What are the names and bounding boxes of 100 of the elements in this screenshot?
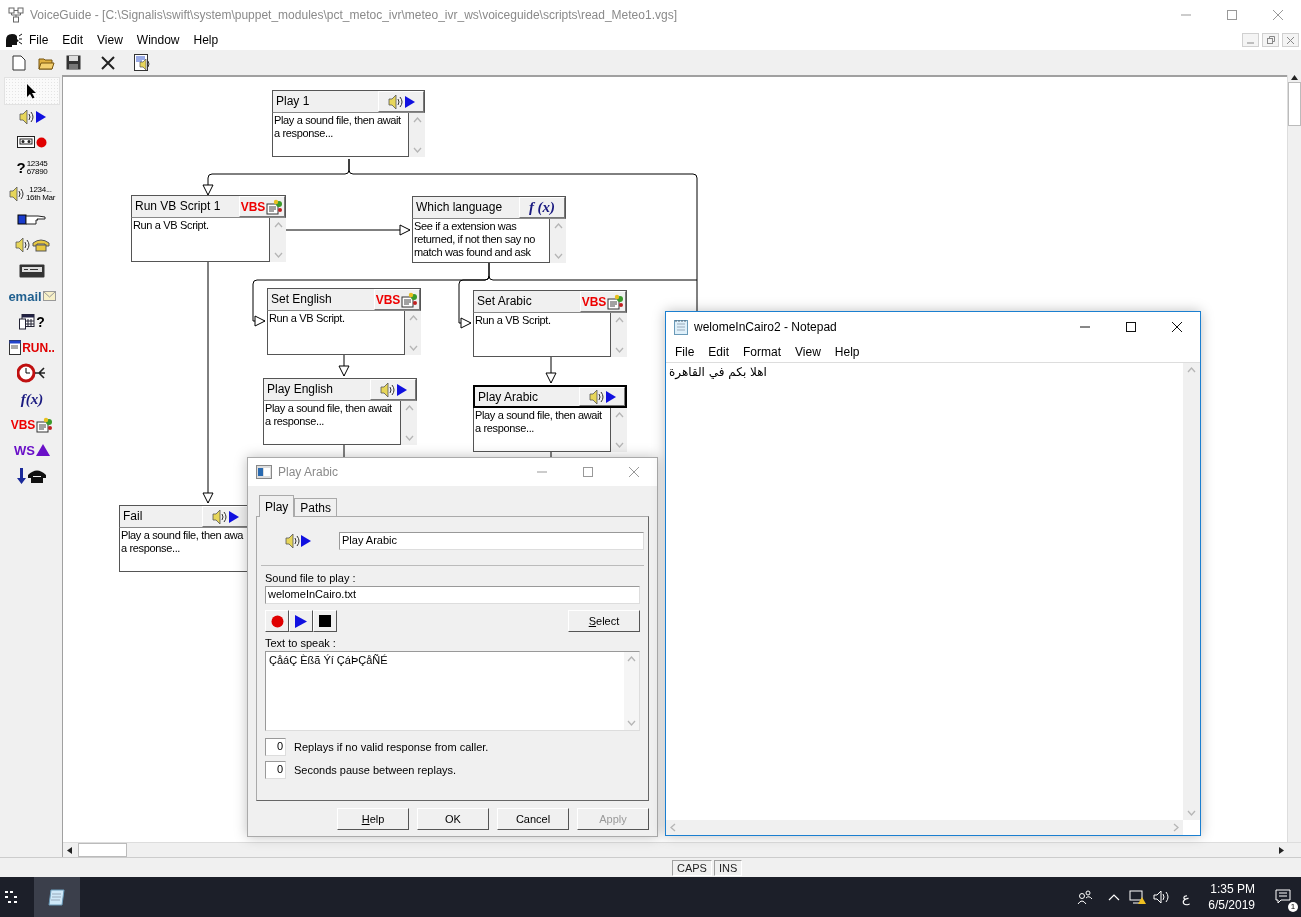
menu-item[interactable]: File <box>668 345 702 359</box>
node-title: Fail <box>122 508 144 525</box>
restore-button[interactable] <box>1262 33 1279 47</box>
node-title: Set English <box>270 291 333 308</box>
dialog-button[interactable]: OK <box>417 808 489 830</box>
menu-item[interactable]: Window <box>129 33 187 47</box>
menu-item[interactable]: View <box>788 345 828 359</box>
sound-file-field[interactable]: welomeInCairo.txt <box>265 586 640 604</box>
telephone-icon <box>27 469 47 484</box>
node-header[interactable]: Set English VBS <box>267 288 421 311</box>
input-language[interactable]: ع <box>1174 889 1199 905</box>
people-icon <box>1077 890 1094 904</box>
play-icon <box>228 510 239 523</box>
clock[interactable]: 1:35 PM 6/5/2019 <box>1198 881 1265 913</box>
scrollbar[interactable] <box>624 652 639 730</box>
palette-tool[interactable]: f(x) <box>5 386 59 412</box>
field-label: Seconds pause between replays. <box>294 764 457 776</box>
node-description: Play a sound file, then awa a response... <box>119 528 249 572</box>
open-folder-icon <box>37 55 55 70</box>
scroll-up-icon <box>412 117 422 123</box>
node-title: Set Arabic <box>476 293 533 310</box>
node-title: Run VB Script 1 <box>134 198 222 215</box>
play-icon <box>301 535 311 547</box>
restore-icon <box>1266 36 1275 44</box>
scrollbar[interactable] <box>401 401 417 445</box>
play-button[interactable] <box>289 610 313 632</box>
node-header[interactable]: Play Arabic <box>473 385 627 408</box>
node-header[interactable]: Fail <box>119 505 249 528</box>
menu-item[interactable]: Edit <box>55 33 91 47</box>
close-icon <box>1273 10 1283 20</box>
palette-tool[interactable] <box>5 78 59 104</box>
scroll-up-icon <box>614 412 624 418</box>
count-field[interactable]: 0 <box>265 761 286 779</box>
phone-icon <box>31 237 50 252</box>
scrollbar-thumb[interactable] <box>1288 82 1301 126</box>
palette-tool[interactable]: VBS <box>5 411 59 438</box>
close-icon <box>629 467 639 477</box>
new-file-icon <box>12 54 26 71</box>
node-header[interactable]: Which language f (x) <box>412 196 566 219</box>
scrollbar[interactable] <box>409 113 425 157</box>
text-to-speak-field[interactable]: ÇåáÇ Èßã Ýí ÇáÞÇåÑÉ <box>265 651 640 731</box>
palette-tool[interactable]: 1234... 16th Mar <box>5 180 59 207</box>
scrollbar[interactable] <box>550 219 566 263</box>
node-title: Play 1 <box>275 93 311 110</box>
speaker-icon <box>588 388 605 405</box>
record-button[interactable] <box>265 610 289 632</box>
function-tag: f (x) <box>519 197 565 218</box>
horizontal-scrollbar[interactable] <box>63 842 1301 857</box>
scroll-down-icon <box>412 147 422 153</box>
menu-item[interactable]: View <box>90 33 130 47</box>
node-header[interactable]: Play English <box>263 378 417 401</box>
notifications-button[interactable]: 1 <box>1265 877 1301 917</box>
chevron-up-icon <box>1108 893 1121 901</box>
maximize-icon <box>1126 322 1136 332</box>
node-header[interactable]: Run VB Script 1 VBS <box>131 195 286 218</box>
vertical-scrollbar[interactable] <box>1287 75 1301 842</box>
scrollbar[interactable] <box>611 408 627 452</box>
name-field[interactable]: Play Arabic <box>339 532 644 550</box>
status-panel: INS <box>713 859 743 876</box>
stop-button[interactable] <box>313 610 337 632</box>
field-label: Text to speak : <box>265 637 337 649</box>
triangle-icon <box>35 444 50 457</box>
count-field[interactable]: 0 <box>265 738 286 756</box>
taskbar-app-button[interactable] <box>34 877 80 917</box>
select-button[interactable]: Select <box>568 610 640 632</box>
close-button[interactable] <box>1282 33 1299 47</box>
menu-item[interactable]: Edit <box>701 345 737 359</box>
scrollbar[interactable] <box>1183 363 1200 820</box>
node-header[interactable]: Play 1 <box>272 90 425 113</box>
tab[interactable]: Play <box>259 495 295 517</box>
play-icon <box>404 95 415 108</box>
scrollbar[interactable] <box>270 218 286 262</box>
palette-tool[interactable]: email <box>5 283 59 310</box>
tab[interactable]: Paths <box>294 498 338 516</box>
node-description: See if a extension was returned, if not then say no match was found and ask <box>412 219 550 263</box>
menu-item[interactable]: Help <box>827 345 867 359</box>
menu-item[interactable]: Format <box>736 345 789 359</box>
scrollbar[interactable] <box>405 311 421 355</box>
palette-tool[interactable]: RUN.. <box>5 334 59 361</box>
scrollbar[interactable] <box>611 313 627 357</box>
scrollbar-thumb[interactable] <box>78 843 127 857</box>
node-header[interactable]: Set Arabic VBS <box>473 290 627 313</box>
menu-item[interactable]: File <box>22 33 56 47</box>
dialog-button[interactable]: Help <box>337 808 409 830</box>
dialog-button[interactable]: Cancel <box>497 808 569 830</box>
script-icon <box>607 293 625 310</box>
palette-tool[interactable]: ? <box>5 309 59 335</box>
node-description: Play a sound file, then await a response... <box>473 408 611 452</box>
window-title: welomeInCairo2 - Notepad <box>694 320 837 334</box>
tool-label: 16th Mar <box>25 193 56 202</box>
horizontal-scrollbar[interactable] <box>666 820 1183 835</box>
palette-tool[interactable]: WS <box>5 437 59 464</box>
menu-item[interactable]: Help <box>186 33 226 47</box>
play-icon <box>295 614 307 628</box>
scroll-right-icon <box>1173 823 1179 832</box>
play-icon <box>396 383 407 396</box>
save-icon <box>65 55 81 70</box>
minimize-button[interactable] <box>1242 33 1259 47</box>
envelope-icon <box>42 291 56 302</box>
script-icon <box>36 416 54 433</box>
